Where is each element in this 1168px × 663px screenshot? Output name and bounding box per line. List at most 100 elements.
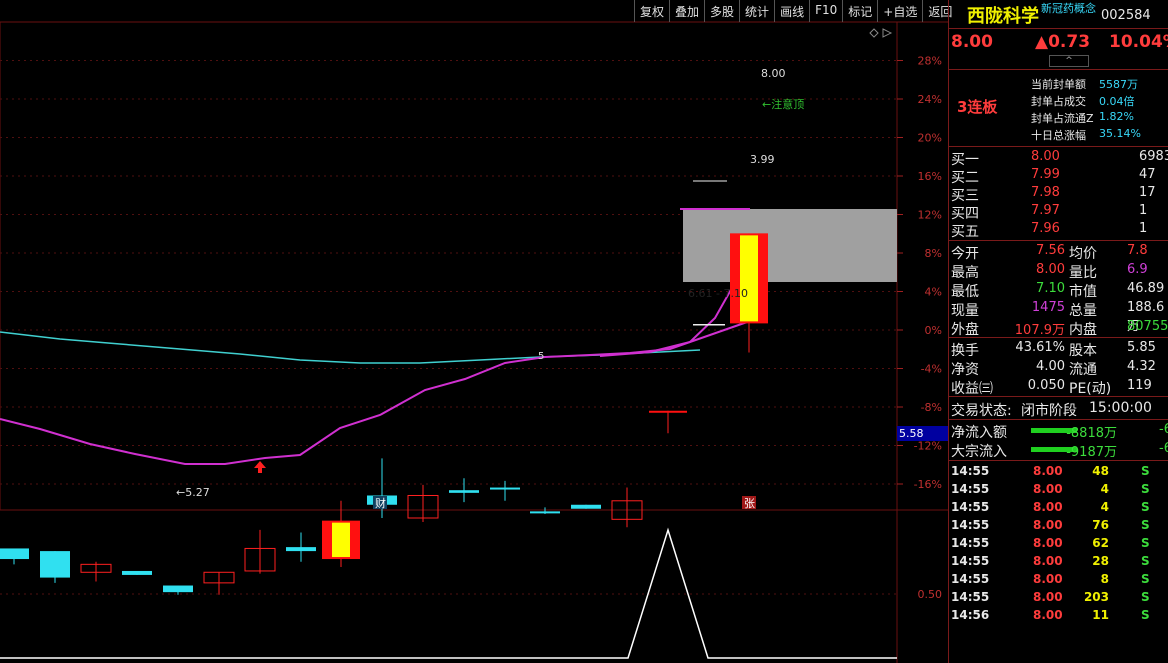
- mark-cai: 财: [375, 496, 386, 510]
- candle-down[interactable]: [163, 585, 193, 593]
- flow-extra: -6: [1159, 422, 1168, 437]
- bid-volume: 1: [1139, 221, 1148, 236]
- toolbar: 复权 叠加 多股 统计 画线 F10 标记 +自选 返回: [634, 0, 957, 22]
- tick-volume: 203: [1083, 590, 1109, 604]
- ma-line-magenta-1: [0, 320, 751, 465]
- toolbar-overlay[interactable]: 叠加: [669, 0, 704, 22]
- toolbar-add-watch[interactable]: +自选: [877, 0, 922, 22]
- pct-tick-label: -4%: [921, 363, 942, 376]
- tick-row[interactable]: 14:55 8.00 48 S: [949, 464, 1168, 482]
- seal-label: 当前封单额: [1031, 78, 1086, 91]
- trade-status-label: 交易状态:: [951, 403, 1012, 419]
- tick-time: 14:55: [951, 518, 990, 532]
- stock-code: 002584: [1101, 8, 1151, 23]
- tick-volume: 11: [1092, 608, 1109, 622]
- tick-side: S: [1141, 590, 1150, 604]
- flow-extra: -6: [1159, 441, 1168, 456]
- stat-value: 8.00: [1036, 262, 1065, 277]
- tick-volume: 8: [1100, 572, 1109, 586]
- candle-limit-core: [332, 522, 350, 558]
- mark-dot-label: 5: [538, 351, 544, 362]
- tick-price: 8.00: [1033, 500, 1063, 514]
- candle-down[interactable]: [449, 490, 479, 493]
- tick-row[interactable]: 14:55 8.00 4 S: [949, 500, 1168, 518]
- trade-status-time: 15:00:00: [1089, 400, 1152, 416]
- high-price-label: 8.00: [761, 67, 786, 80]
- bid-label: 买五: [951, 224, 979, 240]
- kline-chart[interactable]: 28% 24% 20% 16% 12% 8% 4% 0% -4% -8% -12% -16% 0.50 ←…: [0, 0, 948, 663]
- toolbar-f10[interactable]: F10: [809, 0, 842, 22]
- stat-value: 46.89: [1127, 281, 1165, 296]
- tick-volume: 28: [1092, 554, 1109, 568]
- candle-down[interactable]: [490, 487, 520, 490]
- gap-price-label: 3.99: [750, 153, 775, 166]
- toolbar-stats[interactable]: 统计: [739, 0, 774, 22]
- toolbar-mark[interactable]: 标记: [842, 0, 877, 22]
- tick-price: 8.00: [1033, 536, 1063, 550]
- gap-range-label: 6.61 - 7.10: [688, 287, 748, 300]
- tick-side: S: [1141, 464, 1150, 478]
- tick-volume: 48: [1092, 464, 1109, 478]
- bid-volume: 1: [1139, 203, 1148, 218]
- stat-value: 4.00: [1036, 359, 1065, 374]
- stock-concept[interactable]: 新冠药概念: [1041, 0, 1096, 16]
- tick-volume: 76: [1092, 518, 1109, 532]
- candle-down[interactable]: [530, 511, 560, 514]
- bid-price: 7.97: [1031, 203, 1060, 218]
- pct-tick-label: 12%: [918, 209, 942, 222]
- candle-down[interactable]: [40, 551, 70, 578]
- tick-row[interactable]: 14:55 8.00 203 S: [949, 590, 1168, 608]
- chevron-up-icon[interactable]: ^: [1049, 55, 1089, 67]
- stat-value: 80755: [1127, 319, 1168, 334]
- stat-label: 净资: [951, 362, 979, 378]
- streak-badge: 3连板: [957, 98, 998, 116]
- toolbar-draw[interactable]: 画线: [774, 0, 809, 22]
- order-book-row[interactable]: 买三 7.98 17: [949, 185, 1168, 204]
- candle-down[interactable]: [571, 504, 601, 509]
- tick-row[interactable]: 14:55 8.00 4 S: [949, 482, 1168, 500]
- stat-label: 股本: [1069, 343, 1097, 359]
- tick-time: 14:55: [951, 572, 990, 586]
- candle-down[interactable]: [0, 548, 29, 560]
- stat-label: 外盘: [951, 322, 979, 338]
- toolbar-multi[interactable]: 多股: [704, 0, 739, 22]
- play-icon[interactable]: [882, 28, 893, 38]
- stat-label: 量比: [1069, 265, 1097, 281]
- stat-label: 均价: [1069, 246, 1097, 262]
- pct-tick-label: 0%: [925, 324, 942, 337]
- tick-volume: 4: [1100, 500, 1109, 514]
- quote-panel: 西陇科学 新冠药概念 002584 8.00 ▲0.73 10.04% ^ 3连…: [948, 0, 1168, 663]
- stat-value: 7.56: [1036, 243, 1065, 258]
- diamond-icon[interactable]: [869, 28, 879, 38]
- tick-row[interactable]: 14:55 8.00 8 S: [949, 572, 1168, 590]
- tick-price: 8.00: [1033, 572, 1063, 586]
- bid-price: 8.00: [1031, 149, 1060, 164]
- tick-volume: 4: [1100, 482, 1109, 496]
- last-price: 8.00: [951, 32, 993, 52]
- mark-zhang: 张: [744, 497, 755, 510]
- bid-volume: 17: [1139, 185, 1156, 200]
- candle-down[interactable]: [286, 547, 316, 552]
- order-book-row[interactable]: 买一 8.00 6983: [949, 149, 1168, 168]
- order-book-row[interactable]: 买四 7.97 1: [949, 203, 1168, 222]
- stat-value: 43.61%: [1015, 340, 1065, 355]
- tick-price: 8.00: [1033, 518, 1063, 532]
- tick-row[interactable]: 14:56 8.00 11 S: [949, 608, 1168, 626]
- tick-row[interactable]: 14:55 8.00 62 S: [949, 536, 1168, 554]
- toolbar-fuquan[interactable]: 复权: [634, 0, 669, 22]
- order-book-row[interactable]: 买五 7.96 1: [949, 221, 1168, 240]
- stat-label: 今开: [951, 246, 979, 262]
- order-book-row[interactable]: 买二 7.99 47: [949, 167, 1168, 186]
- candle-limit-body[interactable]: [649, 410, 687, 413]
- pct-tick-label: -12%: [914, 440, 942, 453]
- tick-price: 8.00: [1033, 590, 1063, 604]
- pct-tick-label: 24%: [918, 93, 942, 106]
- stat-label: 换手: [951, 343, 979, 359]
- price-badge: 5.58: [899, 427, 924, 440]
- stat-label: 现量: [951, 303, 979, 319]
- stat-label: 最低: [951, 284, 979, 300]
- bid-price: 7.96: [1031, 221, 1060, 236]
- tick-row[interactable]: 14:55 8.00 28 S: [949, 554, 1168, 572]
- candle-down[interactable]: [122, 570, 152, 575]
- tick-row[interactable]: 14:55 8.00 76 S: [949, 518, 1168, 536]
